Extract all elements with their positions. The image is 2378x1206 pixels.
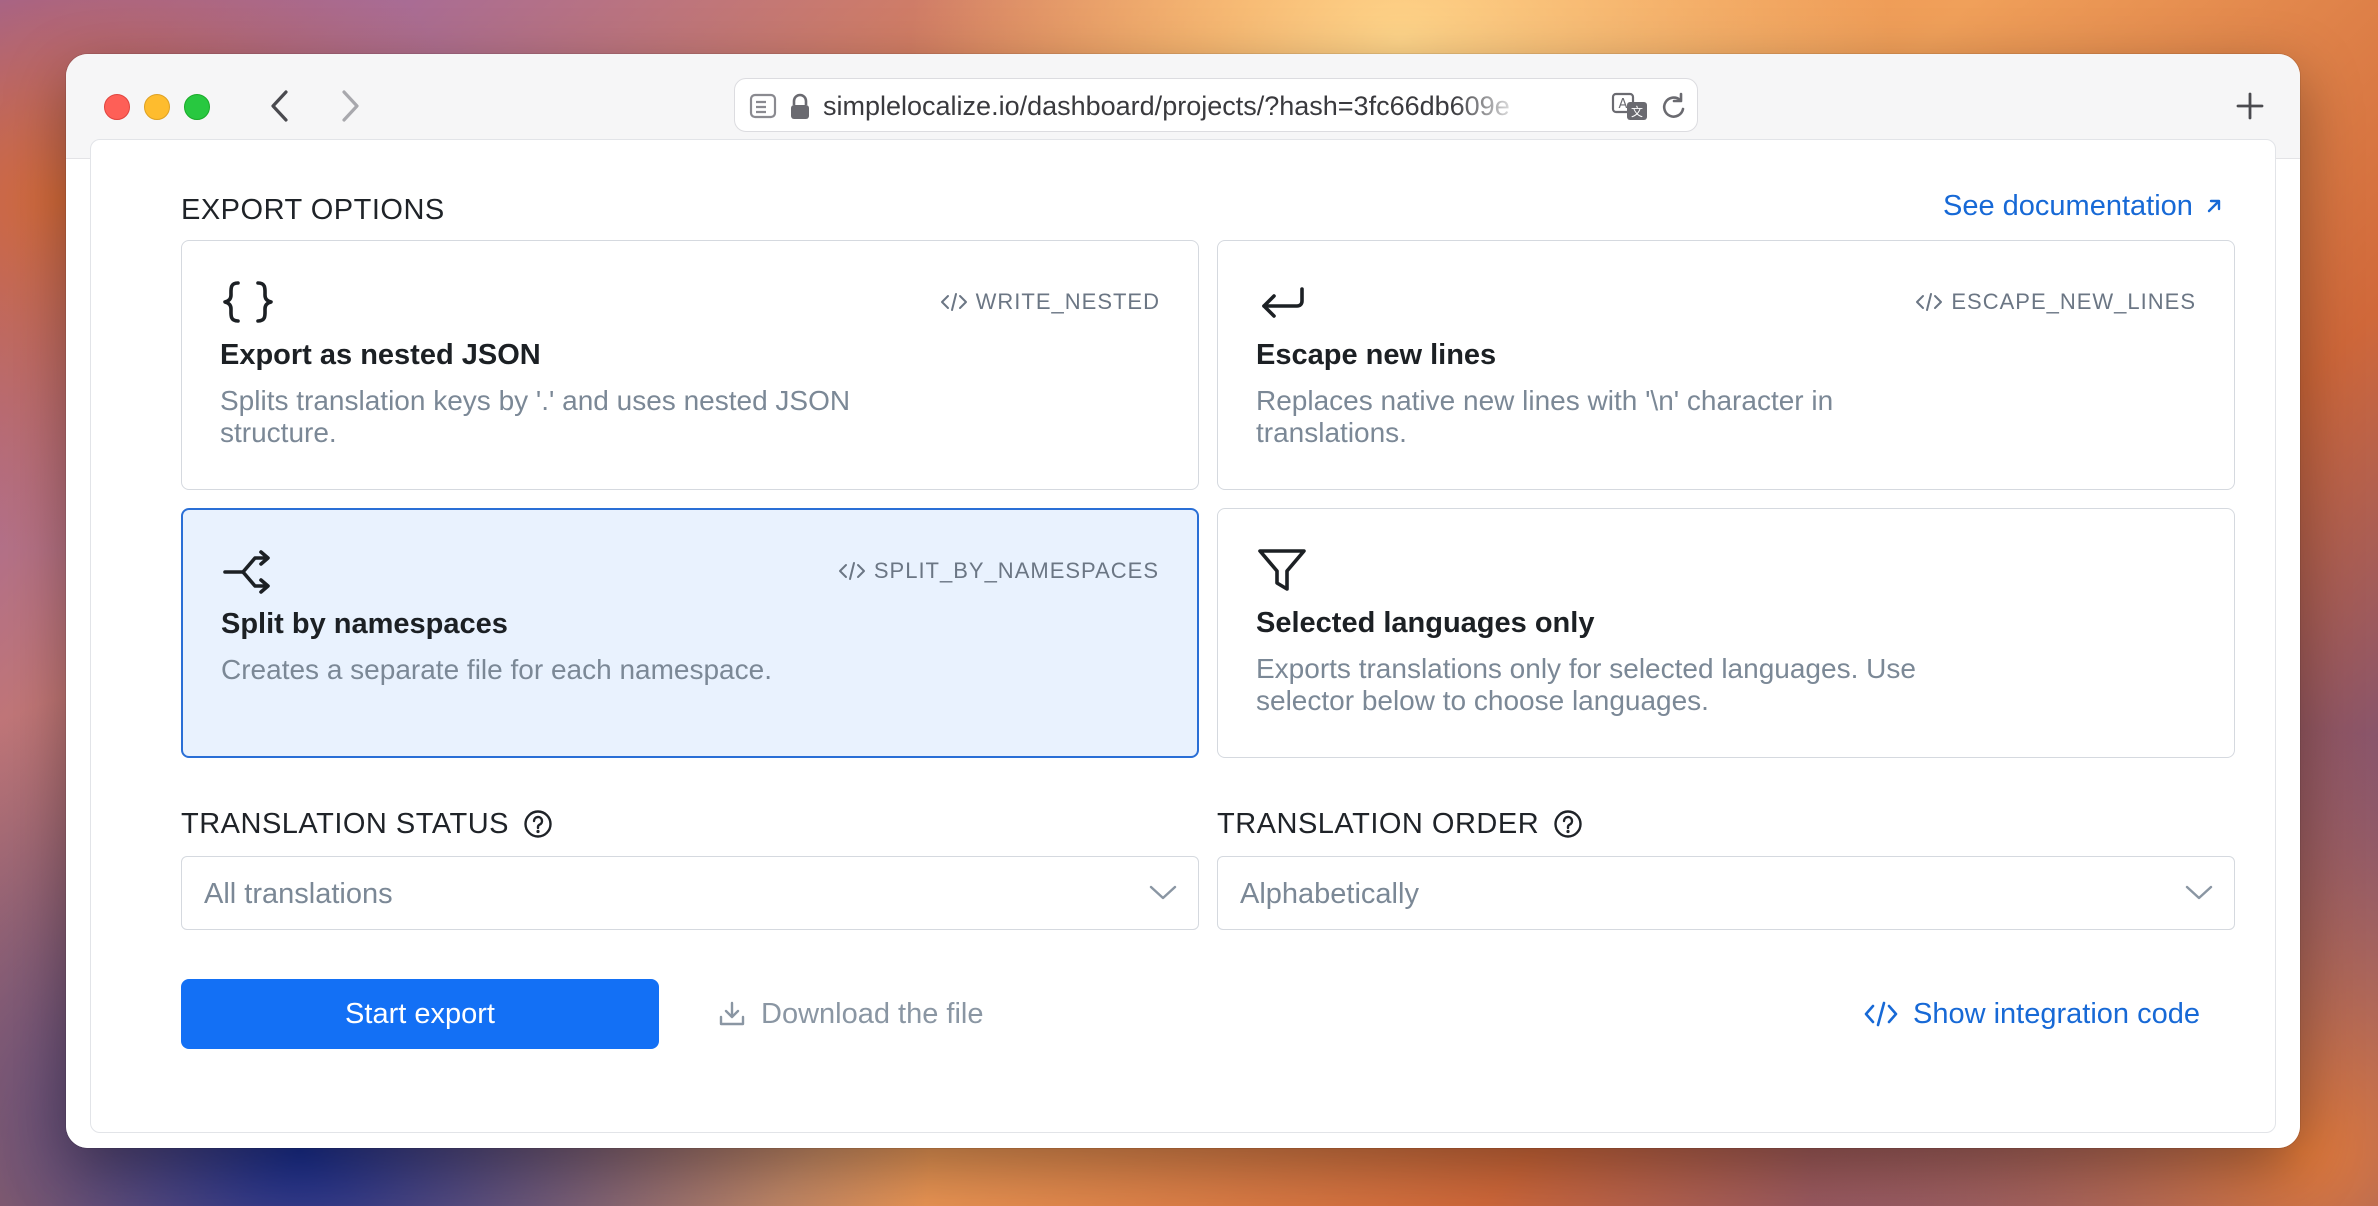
code-icon bbox=[838, 562, 865, 580]
new-tab-button[interactable] bbox=[2226, 82, 2274, 130]
option-card-split-by-namespaces[interactable]: SPLIT_BY_NAMESPACES Split by namespaces … bbox=[181, 508, 1199, 758]
option-card-selected-languages-only[interactable]: Selected languages only Exports translat… bbox=[1217, 508, 2235, 758]
plus-icon bbox=[2236, 92, 2264, 120]
translation-order-label: TRANSLATION ORDER bbox=[1217, 804, 1583, 844]
translate-icon[interactable]: A 文 bbox=[1611, 91, 1651, 123]
lock-icon bbox=[791, 93, 809, 119]
export-options-title: EXPORT OPTIONS bbox=[181, 194, 445, 226]
reload-icon[interactable] bbox=[1659, 91, 1689, 123]
show-integration-code-label: Show integration code bbox=[1913, 998, 2200, 1030]
external-link-icon bbox=[2207, 199, 2221, 213]
page-content: EXPORT OPTIONS See documentation WRITE_N bbox=[66, 139, 2300, 1148]
translation-order-value: Alphabetically bbox=[1240, 878, 1419, 910]
option-code: SPLIT_BY_NAMESPACES bbox=[838, 558, 1159, 584]
forward-button[interactable] bbox=[328, 84, 372, 128]
show-integration-code-link[interactable]: Show integration code bbox=[1863, 994, 2200, 1034]
translation-order-select[interactable]: Alphabetically bbox=[1217, 856, 2235, 930]
start-export-button[interactable]: Start export bbox=[181, 979, 659, 1049]
option-title: Escape new lines bbox=[1256, 339, 1497, 371]
download-file-link[interactable]: Download the file bbox=[717, 994, 983, 1034]
page-menu-icon[interactable] bbox=[749, 93, 777, 119]
address-bar[interactable]: simplelocalize.io/dashboard/projects/?ha… bbox=[734, 78, 1698, 132]
option-code: WRITE_NESTED bbox=[940, 289, 1160, 315]
code-icon bbox=[940, 293, 967, 311]
option-description: Creates a separate file for each namespa… bbox=[221, 654, 772, 685]
translation-order-label-text: TRANSLATION ORDER bbox=[1217, 808, 1540, 840]
option-code: ESCAPE_NEW_LINES bbox=[1915, 289, 2196, 315]
option-code-label: ESCAPE_NEW_LINES bbox=[1951, 289, 2196, 314]
export-panel: EXPORT OPTIONS See documentation WRITE_N bbox=[90, 139, 2276, 1133]
see-documentation-link[interactable]: See documentation bbox=[1943, 186, 2223, 226]
download-file-label: Download the file bbox=[761, 998, 984, 1030]
option-code-label: WRITE_NESTED bbox=[975, 289, 1160, 314]
svg-text:文: 文 bbox=[1631, 104, 1643, 119]
option-title: Export as nested JSON bbox=[220, 339, 541, 371]
option-title: Split by namespaces bbox=[221, 608, 508, 640]
split-arrows-icon bbox=[223, 550, 270, 594]
option-card-escape-new-lines[interactable]: ESCAPE_NEW_LINES Escape new lines Replac… bbox=[1217, 240, 2235, 490]
chevron-down-icon bbox=[1149, 885, 1177, 900]
download-icon bbox=[719, 1001, 745, 1026]
back-button[interactable] bbox=[258, 84, 302, 128]
return-arrow-icon bbox=[1262, 287, 1304, 318]
maximize-window-button[interactable] bbox=[184, 94, 210, 120]
translation-status-label: TRANSLATION STATUS bbox=[181, 804, 553, 844]
help-icon[interactable] bbox=[1553, 809, 1583, 839]
chevron-right-icon bbox=[342, 90, 359, 122]
minimize-window-button[interactable] bbox=[144, 94, 170, 120]
translation-status-label-text: TRANSLATION STATUS bbox=[181, 808, 510, 840]
code-icon bbox=[1864, 1001, 1898, 1027]
option-description: Splits translation keys by '.' and uses … bbox=[220, 385, 851, 448]
browser-window: simplelocalize.io/dashboard/projects/?ha… bbox=[66, 54, 2300, 1148]
svg-text:A: A bbox=[1619, 97, 1628, 112]
help-icon[interactable] bbox=[523, 809, 553, 839]
option-description: Replaces native new lines with '\n' char… bbox=[1256, 385, 1834, 448]
option-title: Selected languages only bbox=[1256, 607, 1595, 639]
option-card-write-nested[interactable]: WRITE_NESTED Export as nested JSON Split… bbox=[181, 240, 1199, 490]
close-window-button[interactable] bbox=[104, 94, 130, 120]
see-documentation-label: See documentation bbox=[1943, 190, 2193, 222]
funnel-filter-icon bbox=[1258, 549, 1306, 591]
code-icon bbox=[1916, 293, 1943, 311]
translation-status-value: All translations bbox=[204, 878, 393, 910]
option-code-label: SPLIT_BY_NAMESPACES bbox=[873, 558, 1159, 583]
translation-status-select[interactable]: All translations bbox=[181, 856, 1199, 930]
url-text[interactable]: simplelocalize.io/dashboard/projects/?ha… bbox=[823, 91, 1523, 121]
option-description: Exports translations only for selected l… bbox=[1256, 653, 1916, 716]
chevron-down-icon bbox=[2185, 885, 2213, 900]
chevron-left-icon bbox=[271, 90, 288, 122]
curly-braces-icon bbox=[223, 281, 273, 323]
